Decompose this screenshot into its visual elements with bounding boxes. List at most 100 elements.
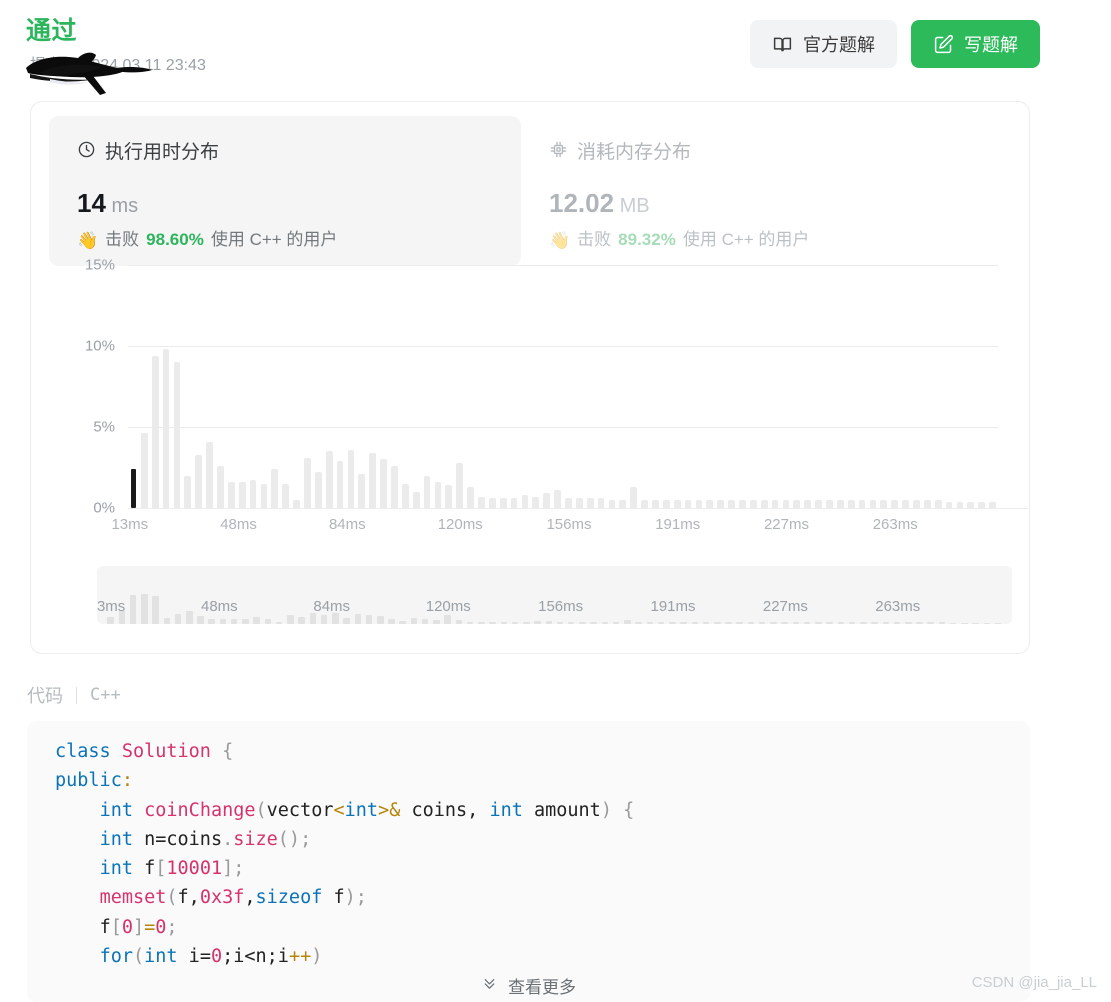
brush-bar	[770, 622, 777, 624]
chart-bar-slot[interactable]	[965, 265, 976, 508]
chart-bar-slot[interactable]	[944, 265, 955, 508]
chart-bar-slot[interactable]	[661, 265, 672, 508]
code-token: (	[255, 799, 267, 821]
chart-bar-slot[interactable]	[356, 265, 367, 508]
chart-bar-slot[interactable]	[650, 265, 661, 508]
chart-bar	[934, 499, 942, 508]
chart-bar-slot[interactable]	[639, 265, 650, 508]
chart-brush-slider[interactable]: 13ms 48ms 84ms 120ms 156ms 191ms 227ms 263ms	[97, 566, 1012, 624]
chart-bar-slot[interactable]	[237, 265, 248, 508]
chart-bar-slot[interactable]	[487, 265, 498, 508]
chart-bar-slot[interactable]	[161, 265, 172, 508]
chart-bar-slot[interactable]	[172, 265, 183, 508]
chart-bar-slot[interactable]	[313, 265, 324, 508]
chart-bar-slot[interactable]	[520, 265, 531, 508]
chart-bar-slot[interactable]	[226, 265, 237, 508]
chart-bar-slot[interactable]	[759, 265, 770, 508]
chart-bar-slot[interactable]	[955, 265, 966, 508]
chart-bar-slot[interactable]	[770, 265, 781, 508]
chart-bar-slot[interactable]	[976, 265, 987, 508]
chart-bar-slot[interactable]	[672, 265, 683, 508]
brush-bar	[567, 622, 575, 624]
chart-bar-slot[interactable]	[737, 265, 748, 508]
chart-bar-slot[interactable]	[868, 265, 879, 508]
chart-bar-slot[interactable]	[215, 265, 226, 508]
chart-bar-slot[interactable]	[824, 265, 835, 508]
chart-bar-slot[interactable]	[182, 265, 193, 508]
chart-bar-slot[interactable]	[607, 265, 618, 508]
chart-bar-slot[interactable]	[781, 265, 792, 508]
chart-bar-slot[interactable]	[541, 265, 552, 508]
chart-bar-slot[interactable]	[378, 265, 389, 508]
chart-bar-slot[interactable]	[726, 265, 737, 508]
chart-bar	[325, 451, 333, 508]
chart-bar-slot[interactable]	[683, 265, 694, 508]
chart-bar-slot[interactable]	[846, 265, 857, 508]
chart-bar-slot[interactable]	[748, 265, 759, 508]
chart-bar-slot[interactable]	[454, 265, 465, 508]
chart-bar-slot[interactable]	[400, 265, 411, 508]
chart-bar-slot[interactable]	[269, 265, 280, 508]
code-content[interactable]: class Solution {public: int coinChange(v…	[27, 721, 1030, 971]
chart-bar-slot[interactable]	[291, 265, 302, 508]
chart-bar-slot[interactable]	[433, 265, 444, 508]
chart-bar-slot[interactable]	[411, 265, 422, 508]
chart-bar-slot[interactable]	[346, 265, 357, 508]
chart-bar-slot[interactable]	[715, 265, 726, 508]
chart-bar-slot[interactable]	[302, 265, 313, 508]
chart-bar-slot[interactable]	[704, 265, 715, 508]
chart-bar-slot[interactable]	[987, 265, 998, 508]
chart-bar-slot[interactable]	[933, 265, 944, 508]
chart-bar-slot[interactable]	[193, 265, 204, 508]
show-more-button[interactable]: 查看更多	[27, 968, 1030, 1002]
chart-bar-slot[interactable]	[280, 265, 291, 508]
write-solution-button[interactable]: 写题解	[911, 20, 1040, 68]
chart-bar-slot[interactable]	[389, 265, 400, 508]
chart-bar-slot[interactable]	[857, 265, 868, 508]
chart-bar-slot[interactable]	[835, 265, 846, 508]
chart-bar-slot[interactable]	[422, 265, 433, 508]
chart-bar-slot[interactable]	[628, 265, 639, 508]
chart-bar-slot[interactable]	[552, 265, 563, 508]
code-token: 0	[155, 916, 167, 938]
chart-bar-slot[interactable]	[694, 265, 705, 508]
chart-bar-slot[interactable]	[367, 265, 378, 508]
brush-bar	[691, 622, 699, 624]
chart-bar-slot[interactable]	[150, 265, 161, 508]
chart-bar-slot[interactable]	[596, 265, 607, 508]
chart-bar	[836, 499, 844, 508]
chart-bar-slot[interactable]	[574, 265, 585, 508]
clap-hand-icon: 👋	[549, 230, 571, 250]
brush-bar	[534, 621, 541, 624]
runtime-stat-card[interactable]: 执行用时分布 14 ms 👋 击败 98.60% 使用 C++ 的用户	[49, 116, 521, 266]
chart-bar-slot[interactable]	[900, 265, 911, 508]
chart-bar-slot[interactable]	[248, 265, 259, 508]
chart-bar-slot[interactable]	[585, 265, 596, 508]
chart-bar-slot[interactable]	[128, 265, 139, 508]
chart-bar-slot[interactable]	[878, 265, 889, 508]
chart-bar-slot[interactable]	[204, 265, 215, 508]
chart-bar-slot[interactable]	[498, 265, 509, 508]
chart-bar-slot[interactable]	[563, 265, 574, 508]
chart-bar-slot[interactable]	[465, 265, 476, 508]
chart-bar-slot[interactable]	[509, 265, 520, 508]
chart-bar-slot[interactable]	[324, 265, 335, 508]
chart-bar-slot[interactable]	[802, 265, 813, 508]
chart-bar-slot[interactable]	[922, 265, 933, 508]
chart-bar-slot[interactable]	[476, 265, 487, 508]
chart-bar-slot[interactable]	[791, 265, 802, 508]
chart-bar-slot[interactable]	[617, 265, 628, 508]
chart-bar-slot[interactable]	[259, 265, 270, 508]
official-solution-button[interactable]: 官方题解	[750, 20, 897, 68]
chart-bar-slot[interactable]	[139, 265, 150, 508]
chart-bar-slot[interactable]	[335, 265, 346, 508]
chart-bar	[227, 482, 235, 508]
chart-bar	[249, 480, 257, 508]
chart-bar-slot[interactable]	[530, 265, 541, 508]
memory-stat-card[interactable]: 消耗内存分布 12.02 MB 👋 击败 89.32% 使用 C++ 的用户	[521, 116, 993, 266]
divider	[76, 686, 77, 704]
chart-bar-slot[interactable]	[443, 265, 454, 508]
chart-bar-slot[interactable]	[911, 265, 922, 508]
chart-bar-slot[interactable]	[889, 265, 900, 508]
chart-bar-slot[interactable]	[813, 265, 824, 508]
